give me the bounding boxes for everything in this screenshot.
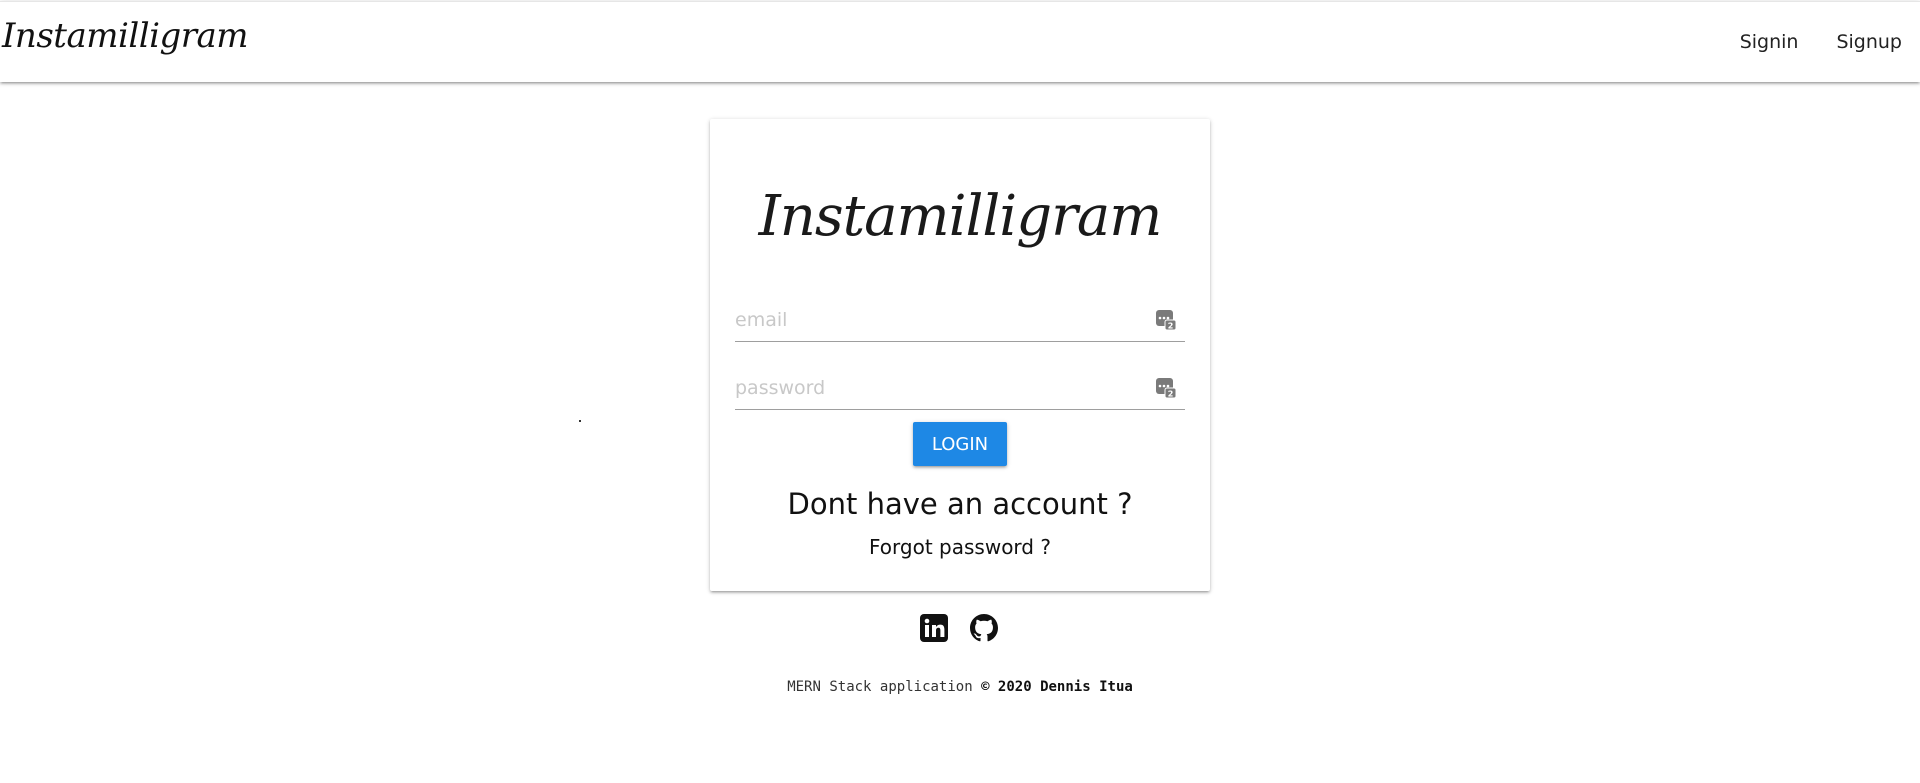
password-input[interactable]: [735, 367, 1135, 409]
github-icon[interactable]: [970, 614, 998, 642]
email-input[interactable]: [735, 299, 1135, 341]
stray-dot: [579, 420, 581, 422]
svg-text:2: 2: [1168, 390, 1174, 399]
signup-link[interactable]: Dont have an account ?: [710, 487, 1210, 521]
card-logo: Instamilligram: [758, 184, 1163, 249]
email-field-container: 2: [735, 299, 1185, 342]
login-card: Instamilligram 2 2 LOGIN Dont have an ac…: [710, 119, 1210, 591]
password-manager-icon[interactable]: 2: [1155, 309, 1177, 331]
nav-links: Signin Signup: [1721, 2, 1920, 82]
nav-link-signup[interactable]: Signup: [1817, 31, 1920, 53]
password-field-container: 2: [735, 367, 1185, 410]
password-manager-icon[interactable]: 2: [1155, 377, 1177, 399]
svg-text:2: 2: [1168, 322, 1174, 331]
nav-link-signin[interactable]: Signin: [1721, 31, 1818, 53]
top-navbar: Instamilligram Signin Signup: [0, 1, 1920, 82]
forgot-password-link[interactable]: Forgot password ?: [710, 535, 1210, 559]
footer-credit: MERN Stack application © 2020 Dennis Itu…: [0, 679, 1920, 695]
footer-copyright: © 2020 Dennis Itua: [981, 679, 1133, 695]
login-button[interactable]: LOGIN: [913, 422, 1007, 466]
footer-prefix: MERN Stack application: [787, 679, 973, 695]
brand-logo-link[interactable]: Instamilligram: [2, 16, 248, 56]
linkedin-icon[interactable]: [920, 614, 948, 642]
